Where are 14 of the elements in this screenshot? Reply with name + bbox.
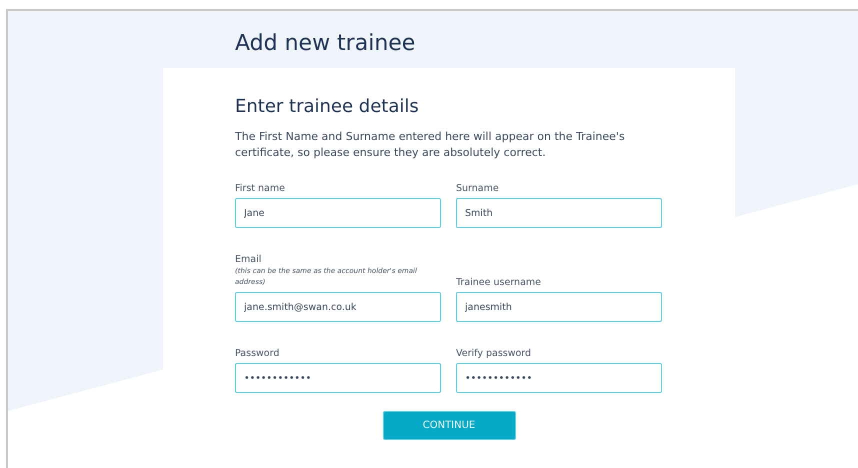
- input-field[interactable]: ••••••••••••: [235, 363, 441, 393]
- input-field[interactable]: Smith: [456, 198, 662, 228]
- form-heading: Enter trainee details: [235, 96, 420, 117]
- field-label: First name: [235, 183, 286, 194]
- intro-text: The First Name and Surname entered here will appear on the Trainee's certificate, so please ensure they are absolutely correct.: [235, 129, 626, 161]
- field-label: Password: [235, 348, 280, 359]
- input-field[interactable]: janesmith: [456, 292, 662, 322]
- field-label: Verify password: [456, 348, 532, 359]
- input-field[interactable]: jane.smith@swan.co.uk: [235, 292, 441, 322]
- page-title: Add new trainee: [234, 30, 416, 58]
- field-label: Surname: [456, 183, 500, 194]
- field-label: Email: [235, 254, 262, 265]
- field-label: Trainee username: [456, 277, 542, 288]
- input-field[interactable]: ••••••••••••: [456, 363, 662, 393]
